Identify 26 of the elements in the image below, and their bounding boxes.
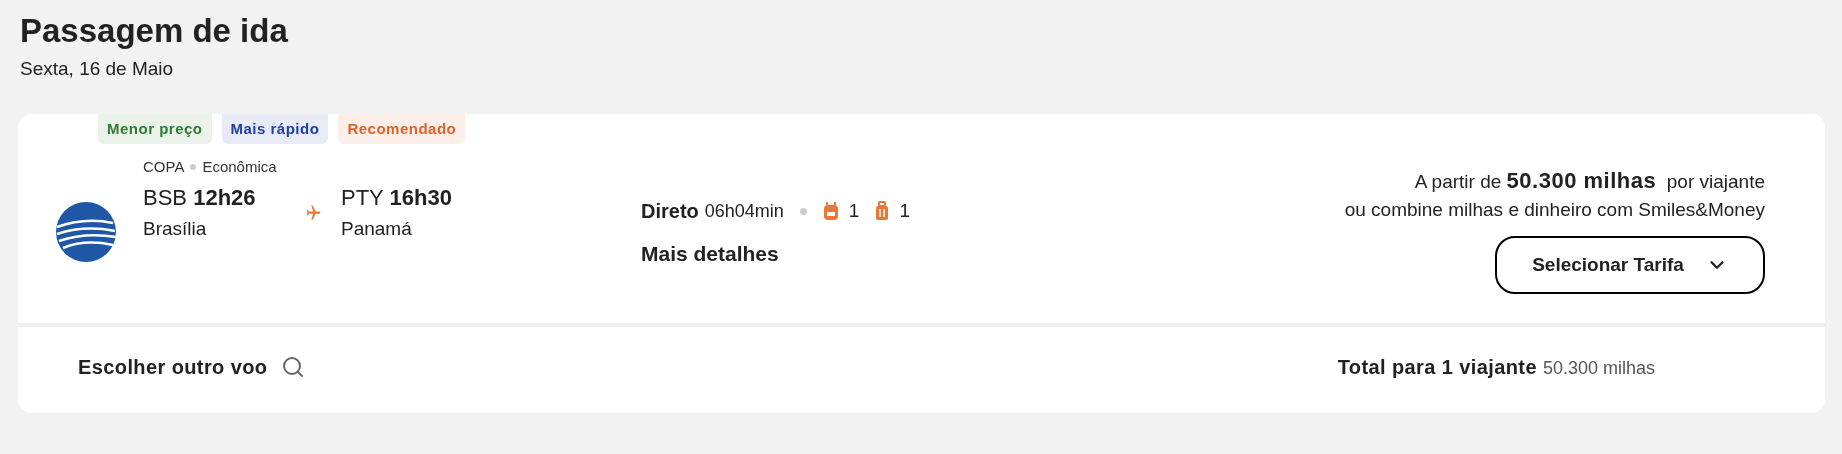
choose-other-flight-button[interactable]: Escolher outro voo bbox=[78, 352, 306, 382]
departure-time: BSB 12h26 bbox=[143, 184, 256, 212]
suitcase-icon bbox=[875, 201, 890, 221]
stop-type: Direto bbox=[641, 199, 699, 224]
airline-logo bbox=[54, 201, 117, 263]
arrival-time: PTY 16h30 bbox=[341, 184, 452, 212]
price-text: A partir de 50.300 milhas por viajante bbox=[1414, 167, 1765, 195]
search-icon bbox=[281, 355, 306, 379]
details-link[interactable]: Mais detalhes bbox=[641, 238, 779, 270]
flight-tag: Menor preço bbox=[98, 114, 212, 144]
arrival-city: Panamá bbox=[341, 217, 412, 241]
cabin-class: Econômica bbox=[202, 156, 277, 177]
airline-name: COPA bbox=[143, 156, 185, 177]
combine-text: ou combine milhas e dinheiro com Smiles&Money bbox=[1344, 198, 1765, 222]
total-value: 50.300 milhas bbox=[1542, 357, 1655, 380]
baggage-count: 1 bbox=[848, 198, 860, 223]
flight-tag: Recomendado bbox=[338, 114, 466, 144]
baggage-count: 1 bbox=[899, 198, 910, 223]
backpack-icon bbox=[822, 201, 839, 221]
page-title: Passagem de ida bbox=[19, 11, 288, 51]
flight-tag: Mais rápido bbox=[221, 114, 329, 144]
departure-city: Brasília bbox=[143, 217, 207, 241]
select-fare-button[interactable]: Selecionar Tarifa bbox=[1495, 236, 1765, 294]
total-label: Total para 1 viajante bbox=[1337, 355, 1537, 380]
flight-duration: 06h04min bbox=[704, 199, 784, 223]
flight-date: Sexta, 16 de Maio bbox=[19, 57, 174, 81]
